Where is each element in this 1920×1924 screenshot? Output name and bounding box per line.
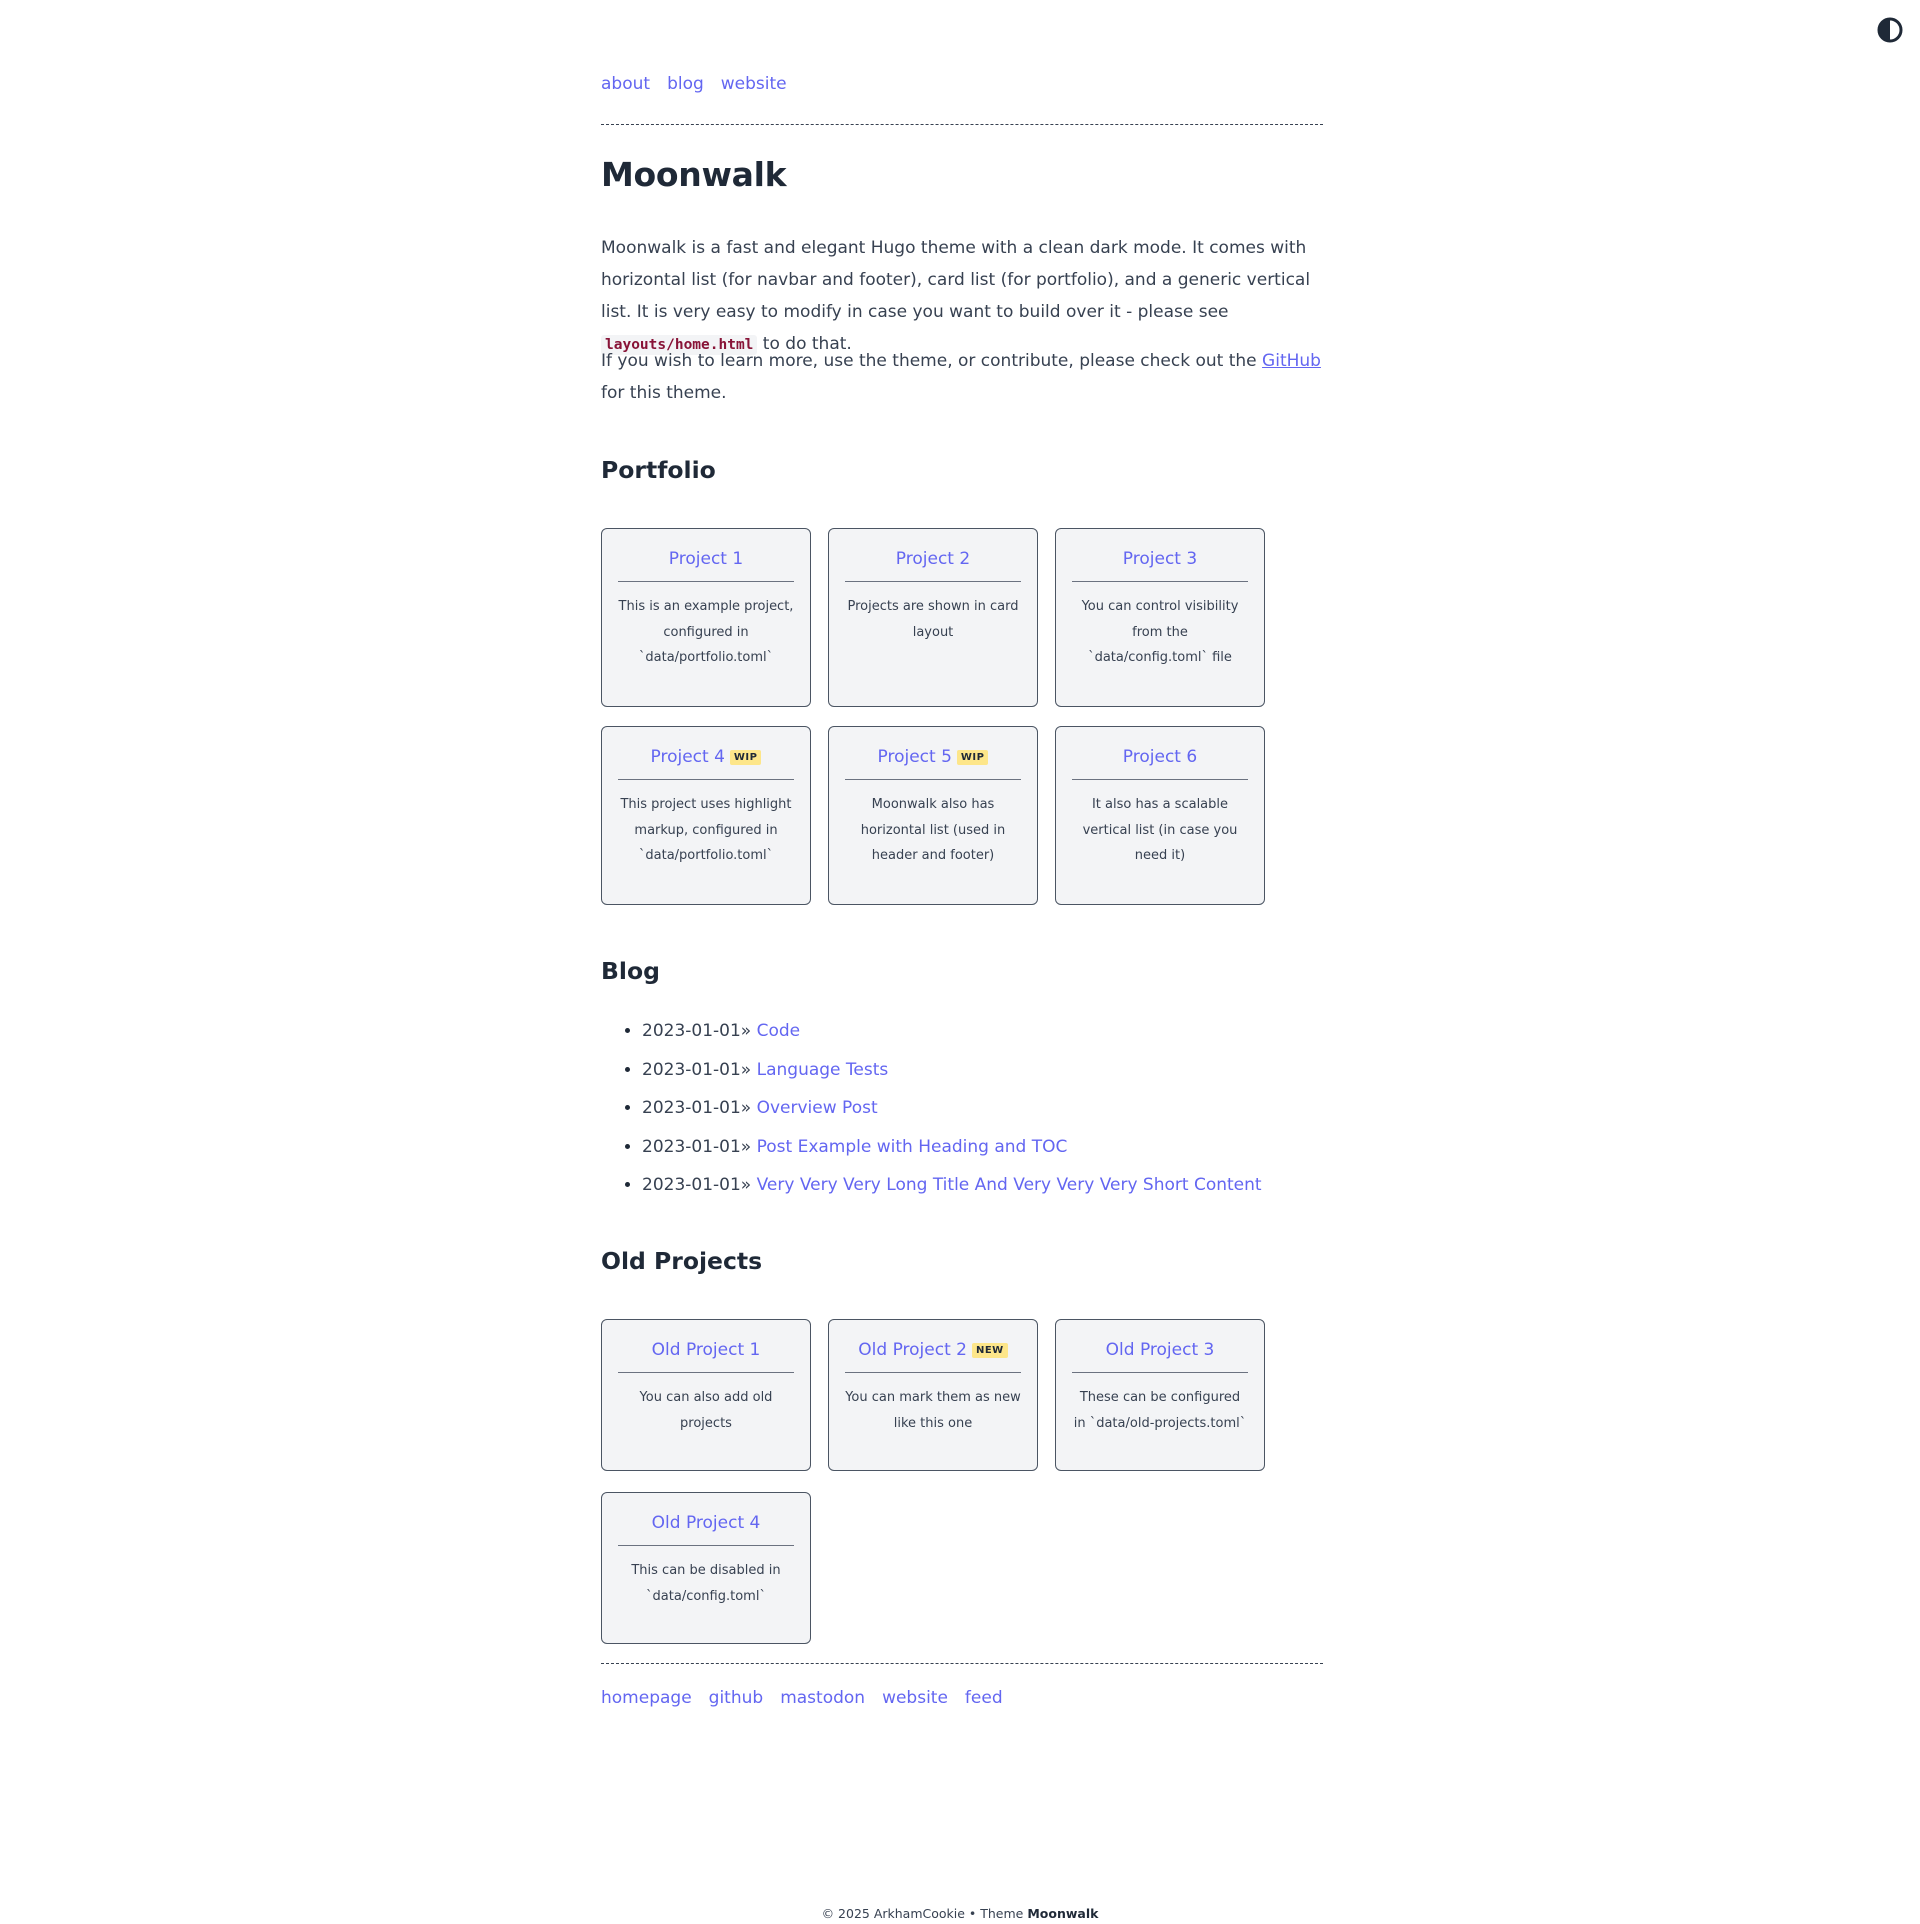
project-card-title[interactable]: Project 6 — [1123, 747, 1197, 767]
blog-post-item: 2023-01-01» Code — [642, 1012, 1262, 1051]
old-projects-heading: Old Projects — [601, 1247, 763, 1275]
old-projects-grid: Old Project 1 You can also add old proje… — [601, 1319, 1265, 1644]
project-card-desc: This project uses highlight markup, conf… — [620, 797, 792, 863]
old-project-card-desc: This can be disabled in `data/config.tom… — [631, 1563, 781, 1604]
footer-link-website[interactable]: website — [882, 1688, 948, 1708]
old-project-card: Old Project 1 You can also add old proje… — [601, 1319, 811, 1471]
portfolio-grid: Project 1 This is an example project, co… — [601, 528, 1265, 905]
blog-post-link[interactable]: Very Very Very Long Title And Very Very … — [757, 1175, 1262, 1195]
blog-post-item: 2023-01-01» Post Example with Heading an… — [642, 1128, 1262, 1167]
github-paragraph: If you wish to learn more, use the theme… — [601, 345, 1323, 409]
old-project-card-title[interactable]: Old Project 3 — [1106, 1340, 1215, 1360]
project-card-desc: Projects are shown in card layout — [847, 599, 1019, 640]
project-card-title[interactable]: Project 4 — [651, 747, 725, 767]
old-project-card-desc: You can also add old projects — [639, 1390, 773, 1431]
blog-post-date: 2023-01-01» — [642, 1175, 752, 1196]
blog-post-link[interactable]: Overview Post — [757, 1098, 878, 1118]
footer-link-feed[interactable]: feed — [965, 1688, 1003, 1708]
blog-post-date: 2023-01-01» — [642, 1059, 752, 1080]
project-card-title[interactable]: Project 1 — [669, 549, 743, 569]
old-project-card: Old Project 3 These can be configured in… — [1055, 1319, 1265, 1471]
project-card: Project 2 Projects are shown in card lay… — [828, 528, 1038, 707]
old-project-card-title[interactable]: Old Project 2 — [858, 1340, 967, 1360]
nav-link-website[interactable]: website — [721, 74, 787, 94]
blog-heading: Blog — [601, 957, 660, 985]
project-card: Project 6 It also has a scalable vertica… — [1055, 726, 1265, 905]
blog-post-item: 2023-01-01» Language Tests — [642, 1051, 1262, 1090]
intro-paragraph: Moonwalk is a fast and elegant Hugo them… — [601, 232, 1323, 361]
project-card-desc: Moonwalk also has horizontal list (used … — [860, 797, 1006, 863]
new-badge: NEW — [971, 1342, 1008, 1358]
footer-link-homepage[interactable]: homepage — [601, 1688, 692, 1708]
old-project-card-desc: These can be configured in `data/old-pro… — [1073, 1390, 1247, 1431]
blog-post-date: 2023-01-01» — [642, 1136, 752, 1157]
project-card: Project 4 WIP This project uses highlight… — [601, 726, 811, 905]
copyright-text: © 2025 ArkhamCookie • Theme — [821, 1906, 1028, 1921]
intro-text: Moonwalk is a fast and elegant Hugo them… — [601, 238, 1311, 322]
project-card-title[interactable]: Project 5 — [878, 747, 952, 767]
old-project-card-desc: You can mark them as new like this one — [845, 1390, 1021, 1431]
old-project-card: Old Project 2 NEW You can mark them as ne… — [828, 1319, 1038, 1471]
project-card-desc: This is an example project, configured i… — [618, 599, 794, 665]
github-link[interactable]: GitHub — [1262, 351, 1321, 371]
nav-link-about[interactable]: about — [601, 74, 650, 94]
blog-post-date: 2023-01-01» — [642, 1098, 752, 1119]
theme-toggle-icon[interactable] — [1876, 16, 1904, 44]
top-nav: about blog website — [601, 74, 787, 94]
wip-badge: WIP — [956, 749, 989, 765]
theme-name: Moonwalk — [1027, 1906, 1099, 1921]
wip-badge: WIP — [729, 749, 762, 765]
old-project-card-title[interactable]: Old Project 4 — [652, 1513, 761, 1533]
old-project-card: Old Project 4 This can be disabled in `d… — [601, 1492, 811, 1644]
blog-post-link[interactable]: Code — [757, 1021, 801, 1041]
page-title: Moonwalk — [601, 155, 787, 194]
project-card: Project 1 This is an example project, co… — [601, 528, 811, 707]
blog-post-date: 2023-01-01» — [642, 1021, 752, 1041]
github-text-end: for this theme. — [601, 383, 727, 403]
blog-post-item: 2023-01-01» Overview Post — [642, 1089, 1262, 1128]
footer-link-mastodon[interactable]: mastodon — [780, 1688, 865, 1708]
footer-divider — [601, 1663, 1323, 1664]
nav-link-blog[interactable]: blog — [667, 74, 704, 94]
header-divider — [601, 124, 1323, 125]
project-card-desc: You can control visibility from the `dat… — [1081, 599, 1239, 665]
project-card-desc: It also has a scalable vertical list (in… — [1082, 797, 1238, 863]
portfolio-heading: Portfolio — [601, 456, 716, 484]
project-card-title[interactable]: Project 2 — [896, 549, 970, 569]
project-card: Project 5 WIP Moonwalk also has horizonta… — [828, 726, 1038, 905]
copyright: © 2025 ArkhamCookie • Theme Moonwalk — [0, 1906, 1920, 1921]
blog-post-link[interactable]: Post Example with Heading and TOC — [757, 1137, 1068, 1157]
old-project-card-title[interactable]: Old Project 1 — [652, 1340, 761, 1360]
footer-link-github[interactable]: github — [709, 1688, 764, 1708]
blog-list: 2023-01-01» Code 2023-01-01» Language Te… — [601, 1012, 1262, 1205]
github-text: If you wish to learn more, use the theme… — [601, 351, 1263, 371]
project-card: Project 3 You can control visibility fro… — [1055, 528, 1265, 707]
project-card-title[interactable]: Project 3 — [1123, 549, 1197, 569]
footer-nav: homepage github mastodon website feed — [601, 1688, 1003, 1708]
blog-post-item: 2023-01-01» Very Very Very Long Title An… — [642, 1166, 1262, 1205]
blog-post-link[interactable]: Language Tests — [757, 1060, 889, 1080]
